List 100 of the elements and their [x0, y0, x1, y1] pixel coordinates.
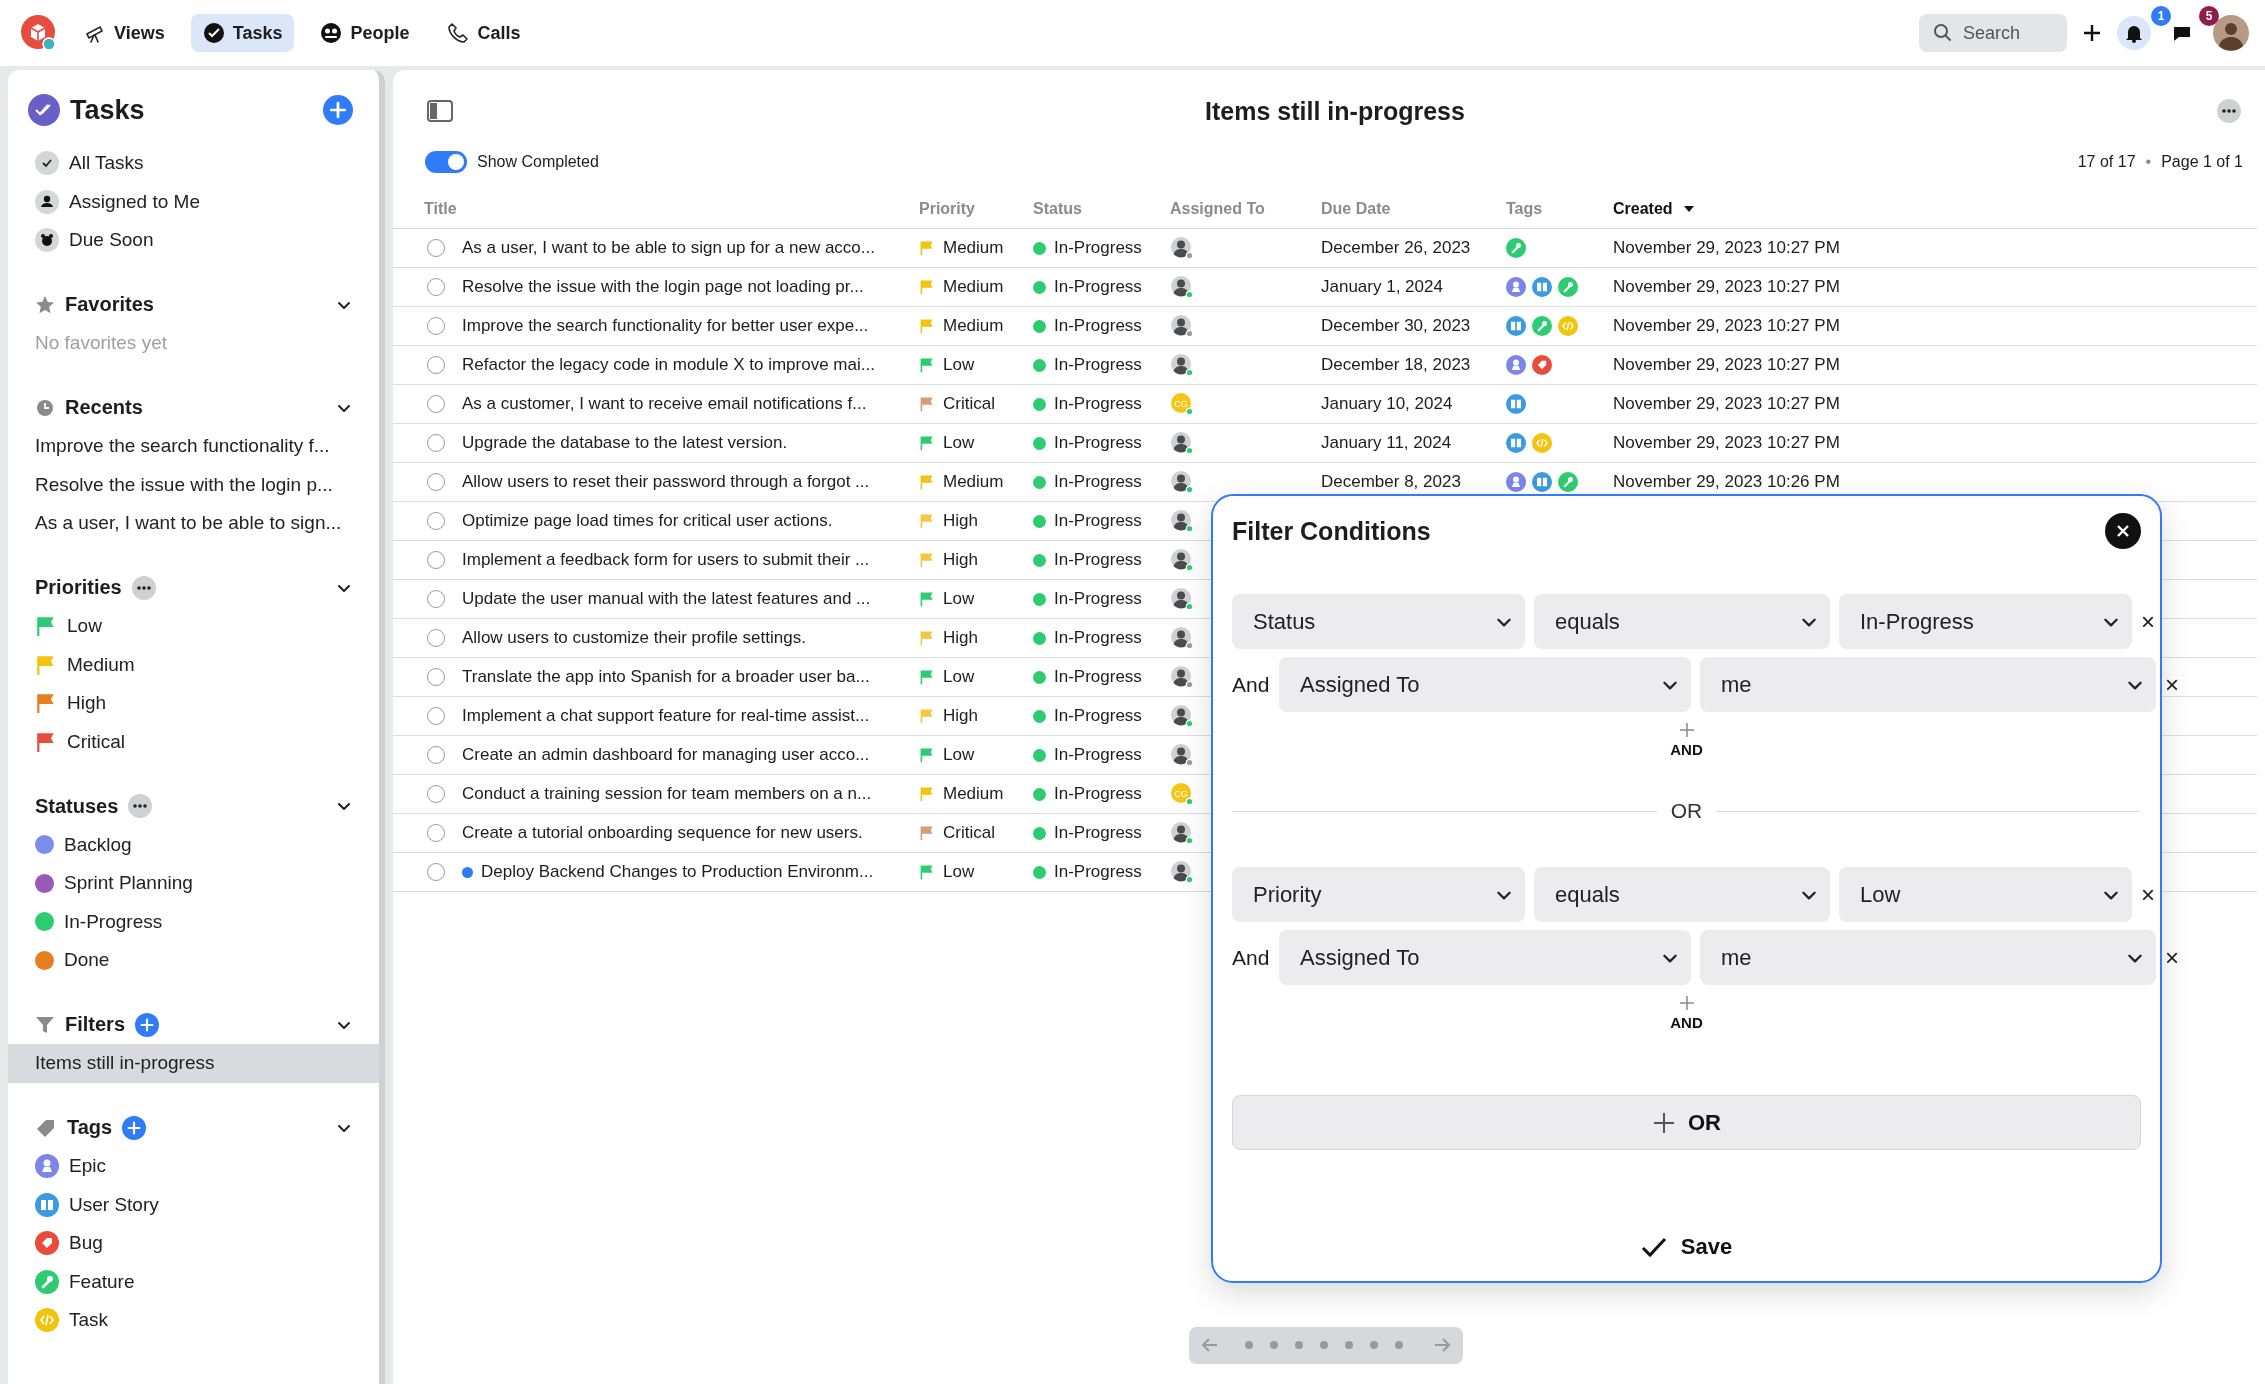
add-icon[interactable] — [2081, 22, 2103, 44]
sidebar-toggle-icon[interactable] — [427, 100, 453, 122]
close-button[interactable] — [2105, 513, 2141, 549]
task-title[interactable]: Refactor the legacy code in module X to improve mai... — [462, 355, 875, 375]
created-date: November 29, 2023 10:26 PM — [1613, 472, 1840, 492]
task-title[interactable]: Improve the search functionality for better user expe... — [462, 316, 869, 336]
due-date: December 8, 2023 — [1321, 472, 1461, 492]
sidebar-item[interactable]: Due Soon — [8, 221, 379, 260]
sidebar-title: Tasks — [70, 94, 146, 126]
nav-tab[interactable]: Tasks — [190, 14, 295, 52]
task-title[interactable]: Implement a chat support feature for real-time assist... — [462, 706, 870, 726]
due-date: December 30, 2023 — [1321, 316, 1471, 336]
task-title[interactable]: Update the user manual with the latest features and ... — [462, 589, 871, 609]
sidebar-item[interactable]: Backlog — [8, 825, 379, 864]
task-title[interactable]: Resolve the issue with the login page not loading pr... — [462, 277, 864, 297]
filter-icon — [35, 1014, 55, 1035]
recent-item[interactable]: Improve the search functionality f... — [8, 427, 379, 466]
user-avatar[interactable] — [2213, 15, 2249, 51]
task-title[interactable]: Create a tutorial onboarding sequence for new users. — [462, 823, 863, 843]
value-select[interactable]: me — [1700, 930, 2156, 985]
status-text: In-Progress — [1054, 628, 1142, 648]
sidebar-item[interactable]: User Story — [8, 1185, 379, 1224]
column-header[interactable]: Created — [1601, 190, 2257, 229]
sidebar-item[interactable]: Done — [8, 941, 379, 980]
sidebar-item[interactable]: Items still in-progress — [8, 1044, 379, 1083]
status-dot — [1033, 280, 1046, 294]
value-select[interactable]: Low — [1839, 867, 2132, 922]
status-text: In-Progress — [1054, 433, 1142, 453]
task-title[interactable]: As a user, I want to be able to sign up for a new acco... — [462, 238, 875, 258]
task-title[interactable]: Upgrade the database to the latest version. — [462, 433, 788, 453]
more-icon[interactable] — [131, 575, 156, 600]
created-date: November 29, 2023 10:27 PM — [1613, 316, 1840, 336]
field-select[interactable]: Assigned To — [1279, 657, 1691, 712]
remove-button[interactable]: × — [2165, 670, 2179, 699]
sidebar-item[interactable]: In-Progress — [8, 902, 379, 941]
operator-select[interactable]: equals — [1534, 867, 1830, 922]
recent-item[interactable]: Resolve the issue with the login p... — [8, 465, 379, 504]
field-select[interactable]: Priority — [1232, 867, 1525, 922]
task-title[interactable]: Create an admin dashboard for managing user acco... — [462, 745, 870, 765]
person-icon — [35, 189, 59, 214]
priority-text: High — [943, 550, 978, 570]
star-icon — [35, 294, 55, 315]
user-avatar: CG — [1170, 782, 1194, 806]
more-icon[interactable] — [128, 794, 153, 819]
status-dot — [1033, 514, 1046, 528]
sidebar-item[interactable]: All Tasks — [8, 144, 379, 183]
sidebar-item[interactable]: Critical — [8, 722, 379, 761]
value-select[interactable]: In-Progress — [1839, 594, 2132, 649]
remove-button[interactable]: × — [2141, 607, 2155, 636]
task-title[interactable]: Allow users to reset their password through a forgot ... — [462, 472, 870, 492]
add-and-button[interactable]: AND — [1664, 993, 1709, 1032]
field-select[interactable]: Assigned To — [1279, 930, 1691, 985]
page-title: Items still in-progress — [1205, 96, 1465, 126]
notifications-button[interactable] — [2117, 16, 2151, 50]
nav-tab[interactable]: Views — [72, 14, 177, 52]
task-title[interactable]: Deploy Backend Changes to Production Environm... — [481, 862, 874, 882]
status-text: In-Progress — [1054, 784, 1142, 804]
search-button[interactable]: Search — [1919, 14, 2067, 52]
double-check-icon — [28, 94, 60, 126]
add-or-button[interactable]: OR — [1232, 1095, 2141, 1150]
more-icon[interactable] — [2217, 99, 2241, 123]
sort-caret-icon — [1682, 205, 1695, 213]
field-select[interactable]: Status — [1232, 594, 1525, 649]
recent-item[interactable]: As a user, I want to be able to sign... — [8, 504, 379, 543]
task-title[interactable]: Implement a feedback form for users to submit their ... — [462, 550, 870, 570]
status-dot — [1033, 865, 1046, 879]
sidebar-item[interactable]: High — [8, 684, 379, 723]
nav-tab[interactable]: People — [308, 14, 422, 52]
remove-button[interactable]: × — [2165, 943, 2179, 972]
save-button[interactable]: Save — [1634, 1233, 1739, 1261]
status-dot — [1033, 553, 1046, 567]
created-date: November 29, 2023 10:27 PM — [1613, 394, 1840, 414]
toggle-label: Show Completed — [477, 153, 599, 171]
priority-text: Low — [943, 745, 975, 765]
page-indicator: Page 1 of 1 — [2161, 153, 2243, 171]
sidebar-item[interactable]: Bug — [8, 1224, 379, 1263]
status-text: In-Progress — [1054, 316, 1142, 336]
add-and-button[interactable]: AND — [1664, 720, 1709, 759]
app-logo-icon[interactable] — [20, 14, 58, 52]
sidebar-item[interactable]: Assigned to Me — [8, 182, 379, 221]
remove-button[interactable]: × — [2141, 880, 2155, 909]
sidebar-item[interactable]: Epic — [8, 1147, 379, 1186]
task-title[interactable]: Translate the app into Spanish for a broader user ba... — [462, 667, 870, 687]
task-title[interactable]: Conduct a training session for team members on a n... — [462, 784, 872, 804]
sidebar-item[interactable]: Feature — [8, 1262, 379, 1301]
created-date: November 29, 2023 10:27 PM — [1613, 433, 1840, 453]
task-title[interactable]: Allow users to customize their profile settings. — [462, 628, 806, 648]
page-dots-drawing[interactable] — [1189, 1327, 1463, 1364]
task-title[interactable]: Optimize page load times for critical user actions. — [462, 511, 833, 531]
nav-tab[interactable]: Calls — [435, 14, 533, 52]
sidebar-item[interactable]: Medium — [8, 645, 379, 684]
operator-select[interactable]: equals — [1534, 594, 1830, 649]
sidebar-item[interactable]: Low — [8, 607, 379, 646]
value-select[interactable]: me — [1700, 657, 2156, 712]
sidebar-item[interactable]: Task — [8, 1301, 379, 1340]
toggle-switch[interactable] — [425, 151, 467, 173]
sidebar-item[interactable]: Sprint Planning — [8, 864, 379, 903]
task-title[interactable]: As a customer, I want to receive email notifications f... — [462, 394, 867, 414]
plus-icon — [1652, 1110, 1676, 1135]
priority-text: Low — [943, 667, 975, 687]
